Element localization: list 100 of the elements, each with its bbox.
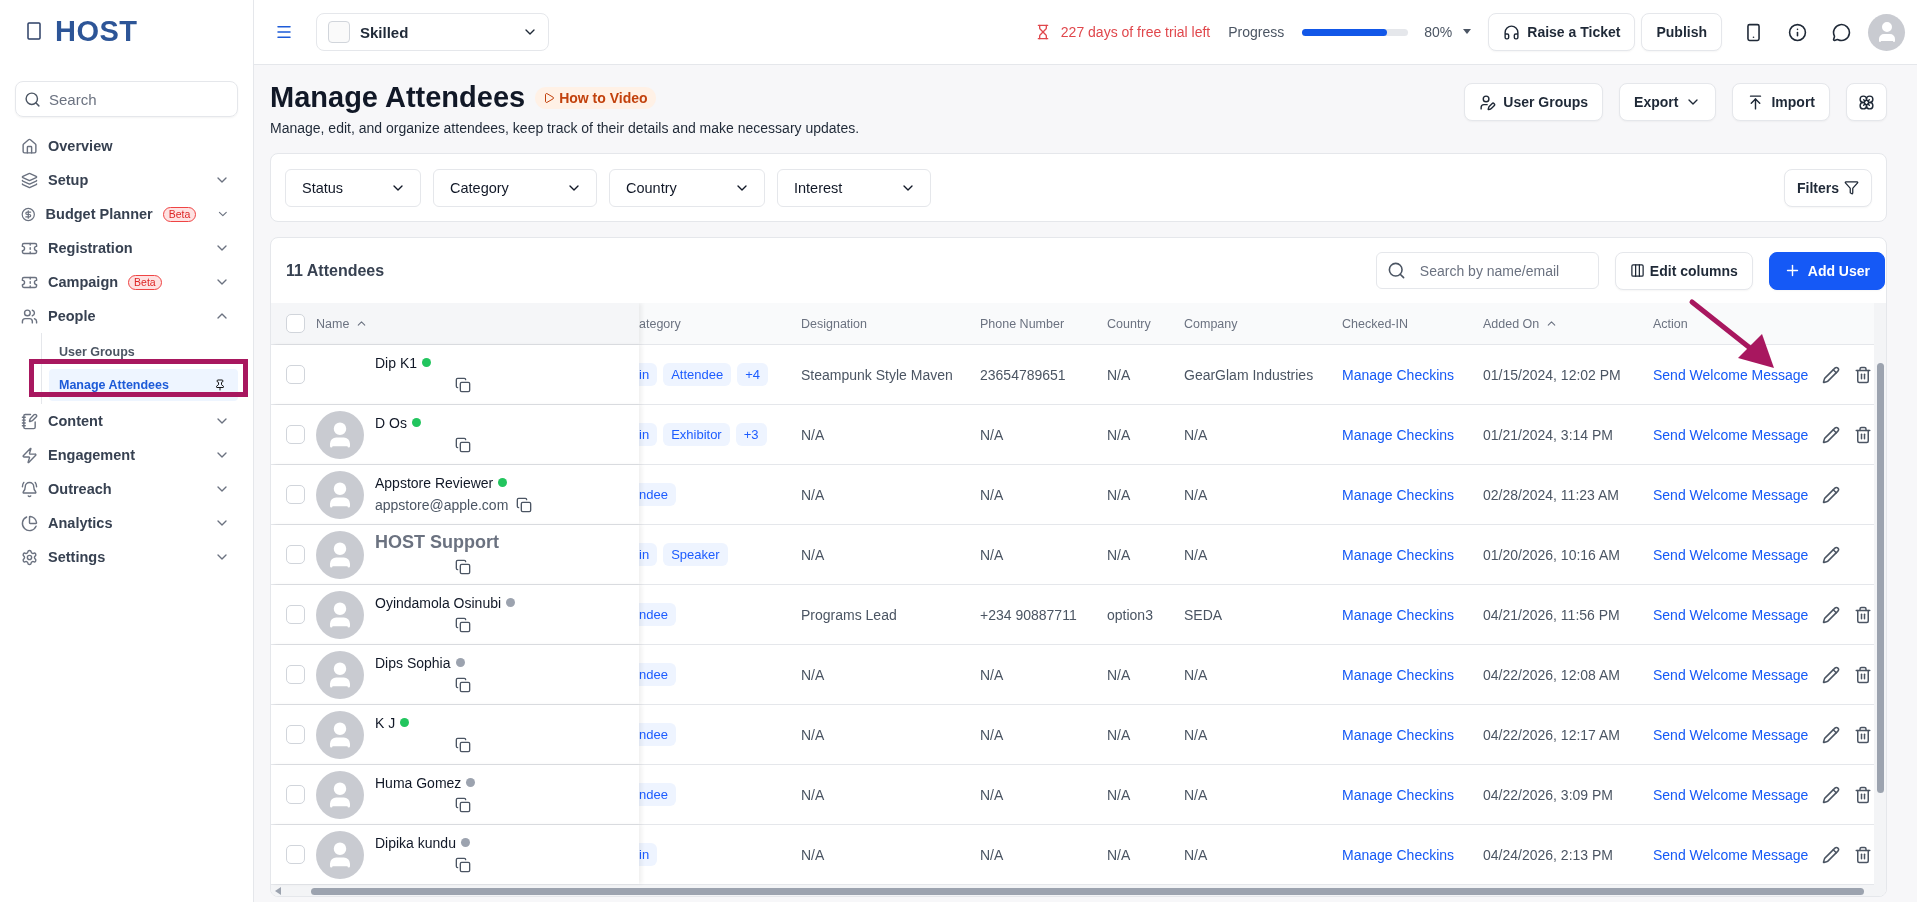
edit-button[interactable] xyxy=(1822,425,1841,444)
delete-button[interactable] xyxy=(1854,605,1873,624)
nav-item[interactable]: Campaign Beta xyxy=(15,265,238,299)
nav-item[interactable]: Analytics xyxy=(15,506,238,540)
copy-icon[interactable] xyxy=(516,496,533,513)
nav-item[interactable]: Engagement xyxy=(15,438,238,472)
table-cell: 04/22/2026, 12:08 AM xyxy=(1483,666,1620,683)
delete-button[interactable] xyxy=(1854,845,1873,864)
nav-item[interactable]: Setup xyxy=(15,163,238,197)
delete-button[interactable] xyxy=(1854,365,1873,384)
welcome-message-link[interactable]: Send Welcome Message xyxy=(1653,726,1809,743)
edit-button[interactable] xyxy=(1822,665,1841,684)
table-search-field[interactable]: Search by name/email xyxy=(1375,252,1599,289)
welcome-message-link[interactable]: Send Welcome Message xyxy=(1653,666,1809,683)
header-button[interactable]: Export xyxy=(1619,83,1717,121)
column-header[interactable]: Phone Number xyxy=(975,303,1102,344)
welcome-message-link[interactable]: Send Welcome Message xyxy=(1653,846,1809,863)
edit-button[interactable] xyxy=(1822,485,1841,504)
row-checkbox[interactable] xyxy=(286,725,305,744)
checkins-link[interactable]: Manage Checkins xyxy=(1342,606,1455,623)
welcome-message-link[interactable]: Send Welcome Message xyxy=(1653,426,1809,443)
column-header[interactable]: ategory xyxy=(639,303,796,344)
checkins-link[interactable]: Manage Checkins xyxy=(1342,726,1455,743)
welcome-message-link[interactable]: Send Welcome Message xyxy=(1653,486,1809,503)
filters-button[interactable]: Filters xyxy=(1784,168,1872,207)
nav-item[interactable]: Budget Planner Beta xyxy=(15,197,238,231)
checkins-link[interactable]: Manage Checkins xyxy=(1342,546,1455,563)
column-header[interactable]: Added On xyxy=(1478,303,1648,344)
row-checkbox[interactable] xyxy=(286,425,305,444)
menu-icon xyxy=(275,23,293,41)
nav-item[interactable]: Registration xyxy=(15,231,238,265)
column-header[interactable]: Checked-IN xyxy=(1337,303,1478,344)
nav-item[interactable]: Overview xyxy=(15,129,238,163)
row-checkbox[interactable] xyxy=(286,665,305,684)
delete-button[interactable] xyxy=(1854,785,1873,804)
publish-button[interactable]: Publish xyxy=(1641,13,1722,51)
row-checkbox[interactable] xyxy=(286,485,305,504)
edit-button[interactable] xyxy=(1822,605,1841,624)
filter-dropdown[interactable]: Country xyxy=(609,168,765,207)
category-tag: in xyxy=(639,543,658,566)
copy-icon[interactable] xyxy=(455,736,471,753)
checkins-link[interactable]: Manage Checkins xyxy=(1342,486,1455,503)
column-header[interactable]: Designation xyxy=(796,303,975,344)
attendee-name: Appstore Reviewer xyxy=(375,474,494,491)
search-field[interactable]: Search xyxy=(15,81,238,117)
copy-icon[interactable] xyxy=(455,856,471,873)
copy-icon[interactable] xyxy=(455,436,471,453)
row-checkbox[interactable] xyxy=(286,785,305,804)
video-link[interactable]: How to Video xyxy=(535,86,656,109)
filter-dropdown[interactable]: Interest xyxy=(777,168,931,207)
copy-icon[interactable] xyxy=(455,376,471,393)
delete-button[interactable] xyxy=(1854,425,1873,444)
edit-button[interactable] xyxy=(1822,725,1841,744)
edit-button[interactable] xyxy=(1822,545,1841,564)
search-input[interactable]: Search by name/email xyxy=(1417,261,1588,280)
checkins-link[interactable]: Manage Checkins xyxy=(1342,846,1455,863)
add-user-button[interactable]: Add User xyxy=(1768,251,1885,290)
nav-item[interactable]: Outreach xyxy=(15,472,238,506)
edit-button[interactable] xyxy=(1822,785,1841,804)
copy-icon[interactable] xyxy=(455,616,471,633)
filter-dropdown[interactable]: Category xyxy=(433,168,597,207)
copy-icon[interactable] xyxy=(455,559,471,575)
select-all-checkbox[interactable] xyxy=(286,314,305,333)
header-button[interactable]: Import xyxy=(1732,83,1830,121)
column-header[interactable]: Company xyxy=(1179,303,1337,344)
column-header[interactable]: Name xyxy=(316,316,369,331)
welcome-message-link[interactable]: Send Welcome Message xyxy=(1653,546,1809,563)
search-input[interactable]: Search xyxy=(47,89,229,109)
delete-button[interactable] xyxy=(1854,665,1873,684)
table-cell: 02/28/2024, 11:23 AM xyxy=(1483,486,1619,503)
project-select[interactable]: Skilled xyxy=(316,13,549,51)
copy-icon[interactable] xyxy=(455,796,471,813)
checkins-link[interactable]: Manage Checkins xyxy=(1342,426,1455,443)
edit-columns-button[interactable]: Edit columns xyxy=(1614,251,1753,290)
header-button[interactable]: User Groups xyxy=(1464,83,1604,121)
trash-icon xyxy=(1854,785,1873,804)
row-checkbox[interactable] xyxy=(286,605,305,624)
copy-icon[interactable] xyxy=(455,676,471,693)
checkins-link[interactable]: Manage Checkins xyxy=(1342,666,1455,683)
row-checkbox[interactable] xyxy=(286,365,305,384)
edit-button[interactable] xyxy=(1822,365,1841,384)
nav-item[interactable]: People xyxy=(15,299,238,333)
nav-subitem[interactable]: User Groups xyxy=(49,336,238,368)
settings-button[interactable] xyxy=(1846,83,1887,121)
row-checkbox[interactable] xyxy=(286,845,305,864)
welcome-message-link[interactable]: Send Welcome Message xyxy=(1653,786,1809,803)
welcome-message-link[interactable]: Send Welcome Message xyxy=(1653,606,1809,623)
checkins-link[interactable]: Manage Checkins xyxy=(1342,786,1455,803)
edit-button[interactable] xyxy=(1822,845,1841,864)
delete-button[interactable] xyxy=(1854,725,1873,744)
nav-item[interactable]: Settings xyxy=(15,540,238,574)
row-checkbox[interactable] xyxy=(286,545,305,564)
caret-icon[interactable] xyxy=(1462,29,1473,35)
nav-item[interactable]: Content xyxy=(15,404,238,438)
column-header[interactable]: Country xyxy=(1102,303,1179,344)
welcome-message-link[interactable]: Send Welcome Message xyxy=(1653,366,1809,383)
ticket-button[interactable]: Raise a Ticket xyxy=(1488,13,1636,51)
filter-dropdown[interactable]: Status xyxy=(285,168,421,207)
checkins-link[interactable]: Manage Checkins xyxy=(1342,366,1455,383)
column-header[interactable]: Action xyxy=(1648,303,1874,344)
